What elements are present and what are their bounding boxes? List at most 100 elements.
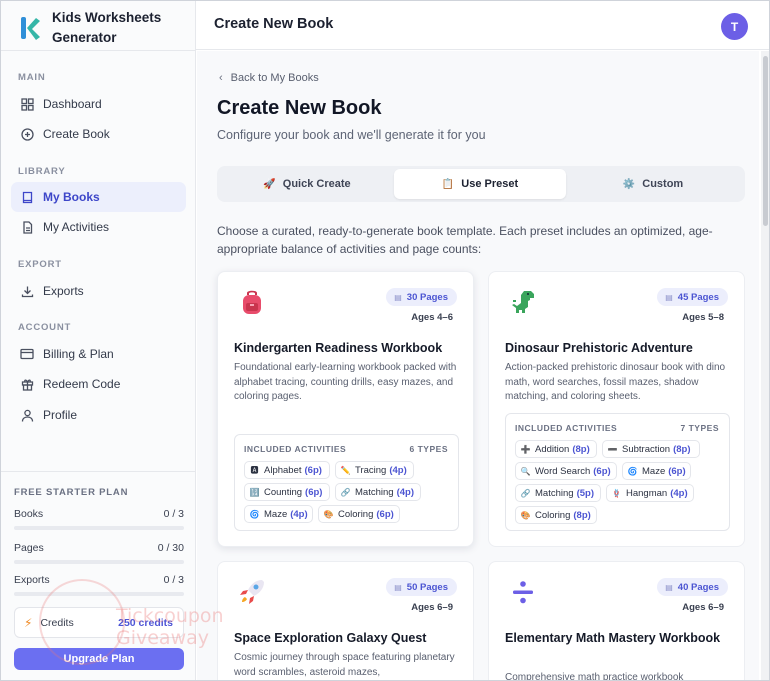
sidebar-item-label: Billing & Plan xyxy=(43,347,114,361)
plus-circle-icon xyxy=(20,127,34,141)
ages-label: Ages 6–9 xyxy=(682,602,724,613)
usage-value: 0 / 30 xyxy=(157,542,184,554)
page-title: Create New Book xyxy=(217,97,382,119)
page-subtitle: Configure your book and we'll generate i… xyxy=(217,128,486,142)
sidebar-item-label: My Books xyxy=(43,190,100,204)
dinosaur-icon xyxy=(512,291,534,313)
activity-chip: 🪢 Hangman (4p) xyxy=(606,484,694,502)
card-description: Action-packed prehistoric dinosaur book … xyxy=(505,362,726,402)
sidebar-item-redeem-code[interactable]: Redeem Code xyxy=(11,369,186,399)
watermark-text: Tickcoupon Giveaway xyxy=(116,605,224,649)
card-description: Comprehensive math practice workbook xyxy=(505,672,684,681)
usage-pages: Pages 0 / 30 xyxy=(14,542,184,554)
sidebar-item-billing[interactable]: Billing & Plan xyxy=(11,339,186,369)
included-activities: INCLUDED ACTIVITIES 7 TYPES ➕ Addition (8p… xyxy=(505,413,730,531)
sidebar-item-dashboard[interactable]: Dashboard xyxy=(11,89,186,119)
activity-chip: 🎨 Coloring (8p) xyxy=(515,506,597,524)
tab-custom[interactable]: ⚙️ Custom xyxy=(567,169,739,199)
activity-chip: 🔗 Matching (4p) xyxy=(335,483,421,501)
pages-badge: ▤ 30 Pages xyxy=(386,288,457,306)
usage-bar-books xyxy=(14,526,184,530)
activity-chip: 🅰 Alphabet (6p) xyxy=(244,461,330,479)
preset-card-math[interactable]: ▤ 40 Pages Ages 6–9 Elementary Math Maste… xyxy=(488,561,745,681)
activity-chip: 🔍 Word Search (6p) xyxy=(515,462,617,480)
ages-label: Ages 5–8 xyxy=(682,312,724,323)
scrollbar-thumb[interactable] xyxy=(763,56,768,226)
rocket-icon: 🚀 xyxy=(263,178,276,190)
ages-label: Ages 4–6 xyxy=(411,312,453,323)
avatar[interactable]: T xyxy=(721,13,748,40)
usage-bar-pages xyxy=(14,560,184,564)
chevron-left-icon: ‹ xyxy=(219,72,223,84)
back-link[interactable]: ‹ Back to My Books xyxy=(219,72,319,84)
preset-card-dinosaur[interactable]: ▤ 45 Pages Ages 5–8 Dinosaur Prehistoric … xyxy=(488,271,745,547)
pages-badge: ▤ 45 Pages xyxy=(657,288,728,306)
preset-card-space[interactable]: ▤ 50 Pages Ages 6–9 Space Exploration Gal… xyxy=(217,561,474,680)
clipboard-icon: 📋 xyxy=(441,178,455,190)
logo-icon xyxy=(21,17,40,40)
activity-chips: ➕ Addition (8p) ➖ Subtraction (8p) 🔍 Word Sea… xyxy=(515,440,723,524)
card-title: Kindergarten Readiness Workbook xyxy=(234,341,443,355)
activity-chip: 🌀 Maze (6p) xyxy=(622,462,691,480)
activity-chip: ➖ Subtraction (8p) xyxy=(602,440,700,458)
sidebar-item-label: Create Book xyxy=(43,127,110,141)
activity-chip: 🔢 Counting (6p) xyxy=(244,483,330,501)
maze-icon: 🌀 xyxy=(249,509,260,519)
card-title: Elementary Math Mastery Workbook xyxy=(505,631,721,645)
tab-label: Custom xyxy=(642,178,684,190)
lightning-icon: ⚡ xyxy=(24,615,33,630)
sidebar-item-my-books[interactable]: My Books xyxy=(11,182,186,212)
preset-card-kindergarten[interactable]: ▤ 30 Pages Ages 4–6 Kindergarten Readines… xyxy=(217,271,474,547)
section-label-account: ACCOUNT xyxy=(18,322,72,333)
usage-books: Books 0 / 3 xyxy=(14,508,184,520)
pages-badge: ▤ 50 Pages xyxy=(386,578,457,596)
usage-value: 0 / 3 xyxy=(163,508,184,520)
credit-card-icon xyxy=(20,347,34,361)
divider xyxy=(1,471,196,472)
activities-header: INCLUDED ACTIVITIES 7 TYPES xyxy=(515,423,719,433)
page-icon: ▤ xyxy=(665,582,673,592)
minus-icon: ➖ xyxy=(607,444,618,454)
sidebar: Kids Worksheets Generator MAIN Dashboard… xyxy=(1,1,196,680)
usage-label: Books xyxy=(14,508,44,520)
palette-icon: 🎨 xyxy=(520,510,531,520)
activity-chip: 🎨 Coloring (6p) xyxy=(318,505,400,523)
plan-title: FREE STARTER PLAN xyxy=(14,487,129,498)
hangman-icon: 🪢 xyxy=(611,488,622,498)
sidebar-item-label: Profile xyxy=(43,408,78,422)
link-icon: 🔗 xyxy=(520,488,531,498)
alphabet-icon: 🅰 xyxy=(250,465,259,475)
activity-chip: ✏️ Tracing (4p) xyxy=(335,461,414,479)
activity-chip: 🔗 Matching (5p) xyxy=(515,484,601,502)
main-content: ‹ Back to My Books Create New Book Confi… xyxy=(197,51,759,681)
usage-value: 0 / 3 xyxy=(163,574,184,586)
tab-quick-create[interactable]: 🚀 Quick Create xyxy=(221,169,393,199)
page-icon: ▤ xyxy=(665,292,673,302)
book-icon xyxy=(20,190,34,204)
activity-chip: 🌀 Maze (4p) xyxy=(244,505,313,523)
topbar: Create New Book T xyxy=(196,1,769,50)
pencil-icon: ✏️ xyxy=(340,465,351,475)
sidebar-item-create-book[interactable]: Create Book xyxy=(11,119,186,149)
brand[interactable]: Kids Worksheets Generator xyxy=(19,8,161,48)
sidebar-item-exports[interactable]: Exports xyxy=(11,276,186,306)
tab-label: Quick Create xyxy=(282,178,351,190)
pages-badge: ▤ 40 Pages xyxy=(657,578,728,596)
file-icon xyxy=(20,220,34,234)
sidebar-item-label: Exports xyxy=(43,284,84,298)
topbar-title: Create New Book xyxy=(214,16,334,32)
section-label-library: LIBRARY xyxy=(18,166,66,177)
watermark-circle xyxy=(39,579,125,665)
tab-label: Use Preset xyxy=(461,178,519,190)
activities-header: INCLUDED ACTIVITIES 6 TYPES xyxy=(244,444,448,454)
sidebar-item-label: Dashboard xyxy=(43,97,102,111)
card-description: Cosmic journey through space featuring p… xyxy=(234,652,455,678)
page-icon: ▤ xyxy=(394,292,402,302)
tab-use-preset[interactable]: 📋 Use Preset xyxy=(394,169,566,199)
mode-tabs: 🚀 Quick Create 📋 Use Preset ⚙️ Custom xyxy=(217,166,745,202)
section-label-export: EXPORT xyxy=(18,259,62,270)
sidebar-item-my-activities[interactable]: My Activities xyxy=(11,212,186,242)
divider xyxy=(1,50,196,51)
sidebar-item-profile[interactable]: Profile xyxy=(11,400,186,430)
app-window: Kids Worksheets Generator MAIN Dashboard… xyxy=(0,0,770,681)
